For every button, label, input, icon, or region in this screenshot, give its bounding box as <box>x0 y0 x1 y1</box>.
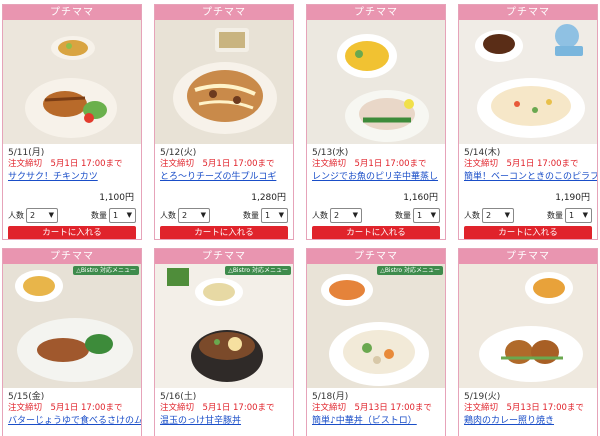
food-photo[interactable]: △Bistro 対応メニュー <box>3 264 141 388</box>
delivery-date: 5/12(火) <box>160 148 197 158</box>
product-card: プチママ 5/11(月) 注文締切 5月1日 17:00まで サクサク！チキンカ… <box>2 4 142 240</box>
price: 1,100円 <box>99 193 134 203</box>
brand-tag: プチママ <box>459 5 597 20</box>
qty-label: 数量 <box>243 210 259 220</box>
product-name-link[interactable]: レンジでお魚のピリ辛中華蒸し <box>312 171 440 183</box>
bistro-badge: △Bistro 対応メニュー <box>225 266 291 275</box>
people-select[interactable]: 2 ▼ <box>482 207 514 223</box>
delivery-date: 5/18(月) <box>312 392 349 402</box>
product-name-link[interactable]: 温玉のっけ甘辛豚丼 <box>160 415 288 427</box>
qty-label: 数量 <box>91 210 107 220</box>
product-name-link[interactable]: 簡単！ベーコンときのこのピラフ <box>464 171 597 183</box>
people-label: 人数 <box>312 210 328 220</box>
people-label: 人数 <box>160 210 176 220</box>
add-to-cart-button[interactable]: カートに入れる <box>160 226 288 239</box>
delivery-date: 5/15(金) <box>8 392 45 402</box>
price: 1,280円 <box>251 193 286 203</box>
delivery-date: 5/19(火) <box>464 392 501 402</box>
price: 1,190円 <box>555 193 590 203</box>
order-deadline: 注文締切 5月1日 17:00まで <box>160 403 275 413</box>
product-name-link[interactable]: バターじょうゆで食べるさけのムニエル（ビストロ） <box>8 415 141 427</box>
brand-tag: プチママ <box>3 5 141 20</box>
chevron-down-icon: ▼ <box>48 211 54 219</box>
food-photo[interactable] <box>155 20 293 144</box>
chevron-down-icon: ▼ <box>200 211 206 219</box>
product-name-link[interactable]: サクサク！チキンカツ <box>8 171 136 183</box>
people-label: 人数 <box>8 210 24 220</box>
brand-tag: プチママ <box>155 249 293 264</box>
product-name-link[interactable]: 簡単♪中華丼（ビストロ） <box>312 415 440 427</box>
add-to-cart-button[interactable]: カートに入れる <box>8 226 136 239</box>
brand-tag: プチママ <box>3 249 141 264</box>
food-photo[interactable] <box>459 264 597 388</box>
product-card: プチママ 5/13(水) 注文締切 5月1日 17:00まで レンジでお魚のピリ… <box>306 4 446 240</box>
people-select[interactable]: 2 ▼ <box>178 207 210 223</box>
add-to-cart-button[interactable]: カートに入れる <box>464 226 592 239</box>
people-label: 人数 <box>464 210 480 220</box>
product-name-link[interactable]: とろ〜りチーズの牛プルコギ <box>160 171 288 183</box>
product-card: プチママ 5/14(木) 注文締切 5月1日 17:00まで 簡単！ベーコンとき… <box>458 4 598 240</box>
order-deadline: 注文締切 5月1日 17:00まで <box>8 403 123 413</box>
food-photo[interactable] <box>3 20 141 144</box>
brand-tag: プチママ <box>307 5 445 20</box>
chevron-down-icon: ▼ <box>430 211 436 219</box>
qty-label: 数量 <box>395 210 411 220</box>
chevron-down-icon: ▼ <box>504 211 510 219</box>
bistro-badge: △Bistro 対応メニュー <box>377 266 443 275</box>
product-name-link[interactable]: 鶏肉のカレー照り焼き <box>464 415 592 427</box>
product-card: プチママ △Bistro 対応メニュー 5/15(金) 注文締切 5月1日 17… <box>2 248 142 436</box>
qty-select[interactable]: 1 ▼ <box>109 207 136 223</box>
brand-tag: プチママ <box>307 249 445 264</box>
order-deadline: 注文締切 5月13日 17:00まで <box>464 403 584 413</box>
delivery-date: 5/16(土) <box>160 392 197 402</box>
delivery-date: 5/13(水) <box>312 148 349 158</box>
people-select[interactable]: 2 ▼ <box>26 207 58 223</box>
qty-select[interactable]: 1 ▼ <box>413 207 440 223</box>
qty-select[interactable]: 1 ▼ <box>261 207 288 223</box>
chevron-down-icon: ▼ <box>278 211 284 219</box>
order-deadline: 注文締切 5月13日 17:00まで <box>312 403 432 413</box>
product-card: プチママ △Bistro 対応メニュー 5/18(月) 注文締切 5月13日 1… <box>306 248 446 436</box>
add-to-cart-button[interactable]: カートに入れる <box>312 226 440 239</box>
order-deadline: 注文締切 5月1日 17:00まで <box>312 159 427 169</box>
product-card: プチママ 5/12(火) 注文締切 5月1日 17:00まで とろ〜りチーズの牛… <box>154 4 294 240</box>
brand-tag: プチママ <box>155 5 293 20</box>
product-card: プチママ 5/19(火) 注文締切 5月13日 17:00まで 鶏肉のカレー照り… <box>458 248 598 436</box>
delivery-date: 5/14(木) <box>464 148 501 158</box>
chevron-down-icon: ▼ <box>352 211 358 219</box>
product-card: プチママ △Bistro 対応メニュー 5/16(土) 注文締切 5月1日 17… <box>154 248 294 436</box>
food-photo[interactable] <box>459 20 597 144</box>
brand-tag: プチママ <box>459 249 597 264</box>
chevron-down-icon: ▼ <box>582 211 588 219</box>
order-deadline: 注文締切 5月1日 17:00まで <box>160 159 275 169</box>
food-photo[interactable] <box>307 20 445 144</box>
chevron-down-icon: ▼ <box>126 211 132 219</box>
delivery-date: 5/11(月) <box>8 148 45 158</box>
qty-select[interactable]: 1 ▼ <box>565 207 592 223</box>
price: 1,160円 <box>403 193 438 203</box>
order-deadline: 注文締切 5月1日 17:00まで <box>8 159 123 169</box>
food-photo[interactable]: △Bistro 対応メニュー <box>307 264 445 388</box>
order-deadline: 注文締切 5月1日 17:00まで <box>464 159 579 169</box>
food-photo[interactable]: △Bistro 対応メニュー <box>155 264 293 388</box>
people-select[interactable]: 2 ▼ <box>330 207 362 223</box>
bistro-badge: △Bistro 対応メニュー <box>73 266 139 275</box>
qty-label: 数量 <box>547 210 563 220</box>
